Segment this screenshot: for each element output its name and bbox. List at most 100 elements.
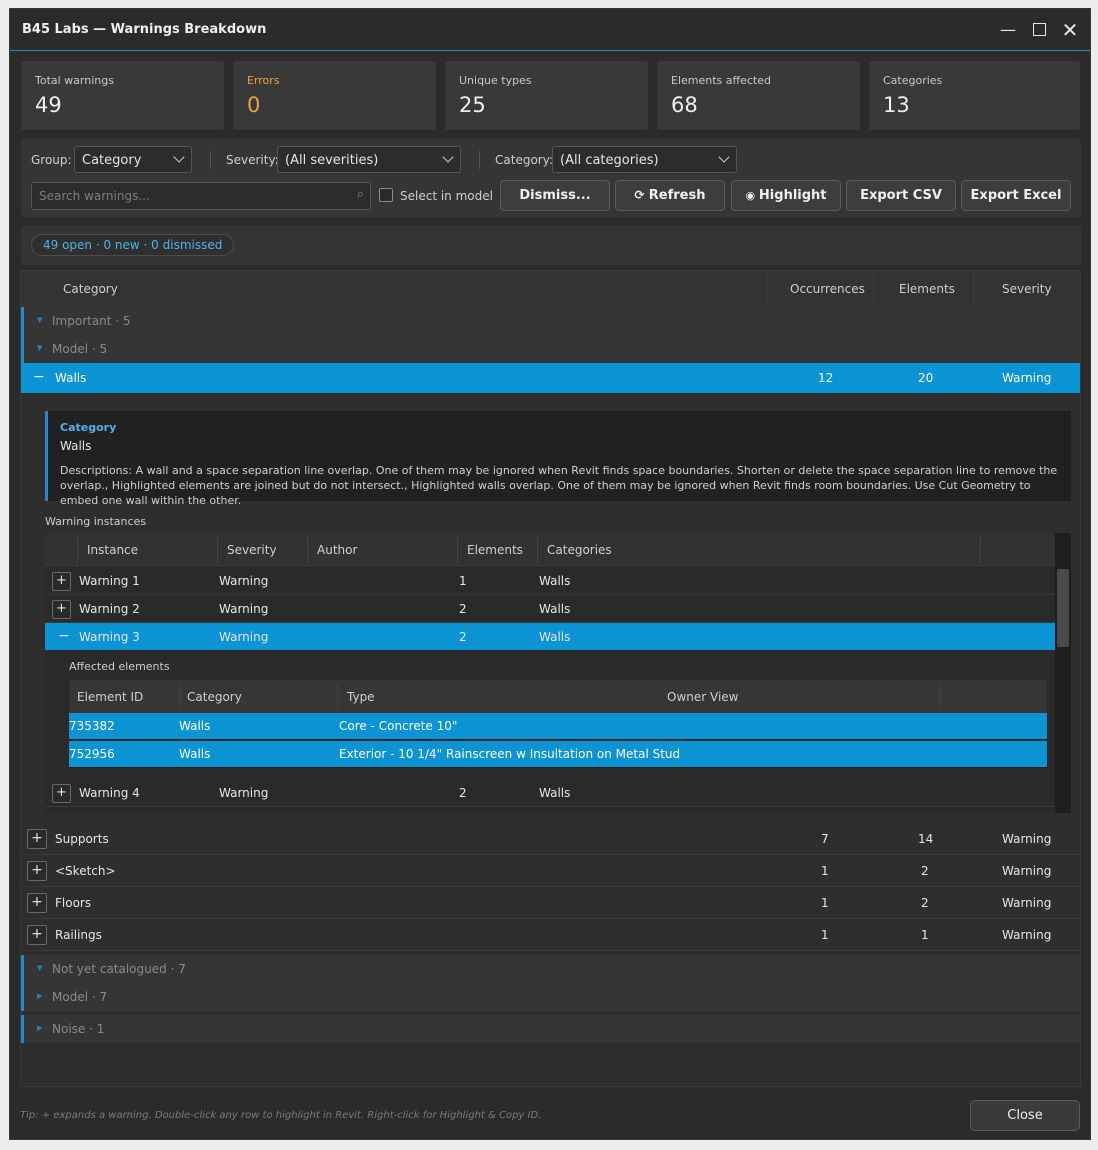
category-row-railings[interactable]: + Railings 1 1 Warning (21, 919, 1080, 951)
instance-elements: 1 (459, 574, 467, 588)
affected-row[interactable]: 735382 Walls Core - Concrete 10" (69, 713, 1047, 740)
group-label: Model · 7 (52, 990, 108, 1004)
col-occurrences[interactable]: Occurrences (790, 271, 865, 307)
kpi-label: Errors (247, 74, 280, 87)
category-select[interactable]: (All categories) (552, 146, 737, 173)
group-label: Not yet catalogued · 7 (52, 962, 186, 976)
row-severity: Warning (1002, 896, 1052, 910)
group-not-yet-catalogued[interactable]: ▼ Not yet catalogued · 7 (21, 955, 1080, 983)
status-bar: 49 open · 0 new · 0 dismissed (21, 225, 1081, 265)
warnings-grid: Category Occurrences Elements Severity ▼… (20, 270, 1081, 1087)
refresh-button[interactable]: ⟳ Refresh (615, 180, 725, 211)
instance-row[interactable]: + Warning 2 Warning 2 Walls (45, 595, 1055, 623)
group-label: Noise · 1 (52, 1022, 105, 1036)
kpi-value: 68 (671, 93, 698, 117)
row-elements: 1 (921, 928, 929, 942)
kpi-errors: Errors 0 (233, 61, 436, 130)
instance-elements: 2 (459, 786, 467, 800)
col-categories[interactable]: Categories (547, 543, 612, 557)
grid-header: Category Occurrences Elements Severity (21, 271, 1080, 307)
expand-icon[interactable]: + (27, 829, 47, 849)
col-instance[interactable]: Instance (87, 543, 138, 557)
kpi-value: 0 (247, 93, 261, 117)
instance-name: Warning 4 (79, 786, 140, 800)
col-elements[interactable]: Elements (467, 543, 523, 557)
group-model[interactable]: ▼ Model · 5 (21, 335, 1080, 363)
instance-row[interactable]: + Warning 1 Warning 1 Walls (45, 567, 1055, 595)
expand-icon[interactable]: + (27, 925, 47, 945)
row-severity: Warning (1002, 928, 1052, 942)
col-divider (217, 537, 218, 563)
col-author[interactable]: Author (317, 543, 357, 557)
row-severity: Warning (1002, 832, 1052, 846)
group-noise[interactable]: ▶ Noise · 1 (21, 1015, 1080, 1043)
dismiss-button-label: Dismiss... (519, 188, 591, 203)
footer-tip: Tip: + expands a warning. Double-click a… (20, 1110, 542, 1121)
affected-header: Element ID Category Type Owner View (69, 680, 1047, 713)
col-severity[interactable]: Severity (227, 543, 277, 557)
col-owner-view[interactable]: Owner View (667, 690, 738, 704)
col-type[interactable]: Type (347, 690, 375, 704)
affected-row[interactable]: 752956 Walls Exterior - 10 1/4" Rainscre… (69, 741, 1047, 768)
col-category[interactable]: Category (187, 690, 242, 704)
kpi-value: 25 (459, 93, 486, 117)
severity-select-value: (All severities) (285, 153, 379, 168)
close-icon[interactable]: ✕ (1058, 18, 1082, 42)
instance-name: Warning 2 (79, 602, 140, 616)
scrollbar-thumb[interactable] (1057, 569, 1069, 647)
col-element-id[interactable]: Element ID (77, 690, 143, 704)
col-divider (939, 684, 940, 710)
kpi-elements-affected: Elements affected 68 (657, 61, 860, 130)
group-important[interactable]: ▼ Important · 5 (21, 307, 1080, 335)
instance-categories: Walls (539, 574, 571, 588)
export-excel-button[interactable]: Export Excel (961, 180, 1071, 211)
group-label: Model · 5 (52, 342, 108, 356)
instances-scrollbar[interactable] (1055, 533, 1071, 813)
eye-icon: ◉ (745, 189, 759, 202)
category-row-floors[interactable]: + Floors 1 2 Warning (21, 887, 1080, 919)
collapse-icon[interactable]: − (58, 628, 70, 644)
row-elements: 20 (918, 371, 934, 385)
category-label: Category: (495, 153, 553, 167)
export-csv-button[interactable]: Export CSV (846, 180, 956, 211)
highlight-button[interactable]: ◉ Highlight (731, 180, 841, 211)
severity-select[interactable]: (All severities) (277, 146, 461, 173)
row-name: Railings (55, 928, 102, 942)
expand-icon[interactable]: + (52, 600, 71, 619)
affected-elements-label: Affected elements (69, 660, 170, 673)
kpi-label: Categories (883, 74, 943, 87)
expand-icon[interactable]: + (27, 861, 47, 881)
group-model-2[interactable]: ▶ Model · 7 (21, 983, 1080, 1011)
caret-right-icon: ▶ (37, 992, 43, 1000)
element-id: 752956 (69, 747, 115, 761)
instance-categories: Walls (539, 786, 571, 800)
expand-icon[interactable]: + (52, 572, 71, 591)
detail-description: Descriptions: A wall and a space separat… (60, 463, 1060, 508)
collapse-icon[interactable]: − (33, 369, 45, 385)
instance-row-selected[interactable]: − Warning 3 Warning 2 Walls (45, 623, 1055, 651)
row-occurrences: 12 (818, 371, 834, 385)
group-select[interactable]: Category (74, 146, 192, 173)
close-button[interactable]: Close (970, 1100, 1080, 1131)
search-placeholder: Search warnings... (39, 189, 150, 203)
instance-row[interactable]: + Warning 4 Warning 2 Walls (45, 779, 1055, 807)
row-name: Supports (55, 832, 109, 846)
element-type: Exterior - 10 1/4" Rainscreen w Insultat… (339, 747, 681, 761)
element-id: 735382 (69, 719, 115, 733)
col-elements[interactable]: Elements (899, 271, 955, 307)
col-divider (77, 537, 78, 563)
row-severity: Warning (1002, 864, 1052, 878)
category-row-sketch[interactable]: + <Sketch> 1 2 Warning (21, 855, 1080, 887)
col-category[interactable]: Category (63, 271, 118, 307)
chevron-down-icon (173, 151, 185, 163)
category-row-walls[interactable]: − Walls 12 20 Warning (21, 363, 1080, 393)
dismiss-button[interactable]: Dismiss... (500, 180, 610, 211)
expand-icon[interactable]: + (52, 784, 71, 803)
search-input[interactable]: Search warnings... ⌕ (31, 182, 371, 210)
col-severity[interactable]: Severity (1002, 271, 1052, 307)
select-in-model-checkbox[interactable] (379, 188, 393, 202)
maximize-icon[interactable] (1027, 18, 1051, 42)
expand-icon[interactable]: + (27, 893, 47, 913)
minimize-icon[interactable]: — (996, 18, 1020, 42)
category-row-supports[interactable]: + Supports 7 14 Warning (21, 823, 1080, 855)
